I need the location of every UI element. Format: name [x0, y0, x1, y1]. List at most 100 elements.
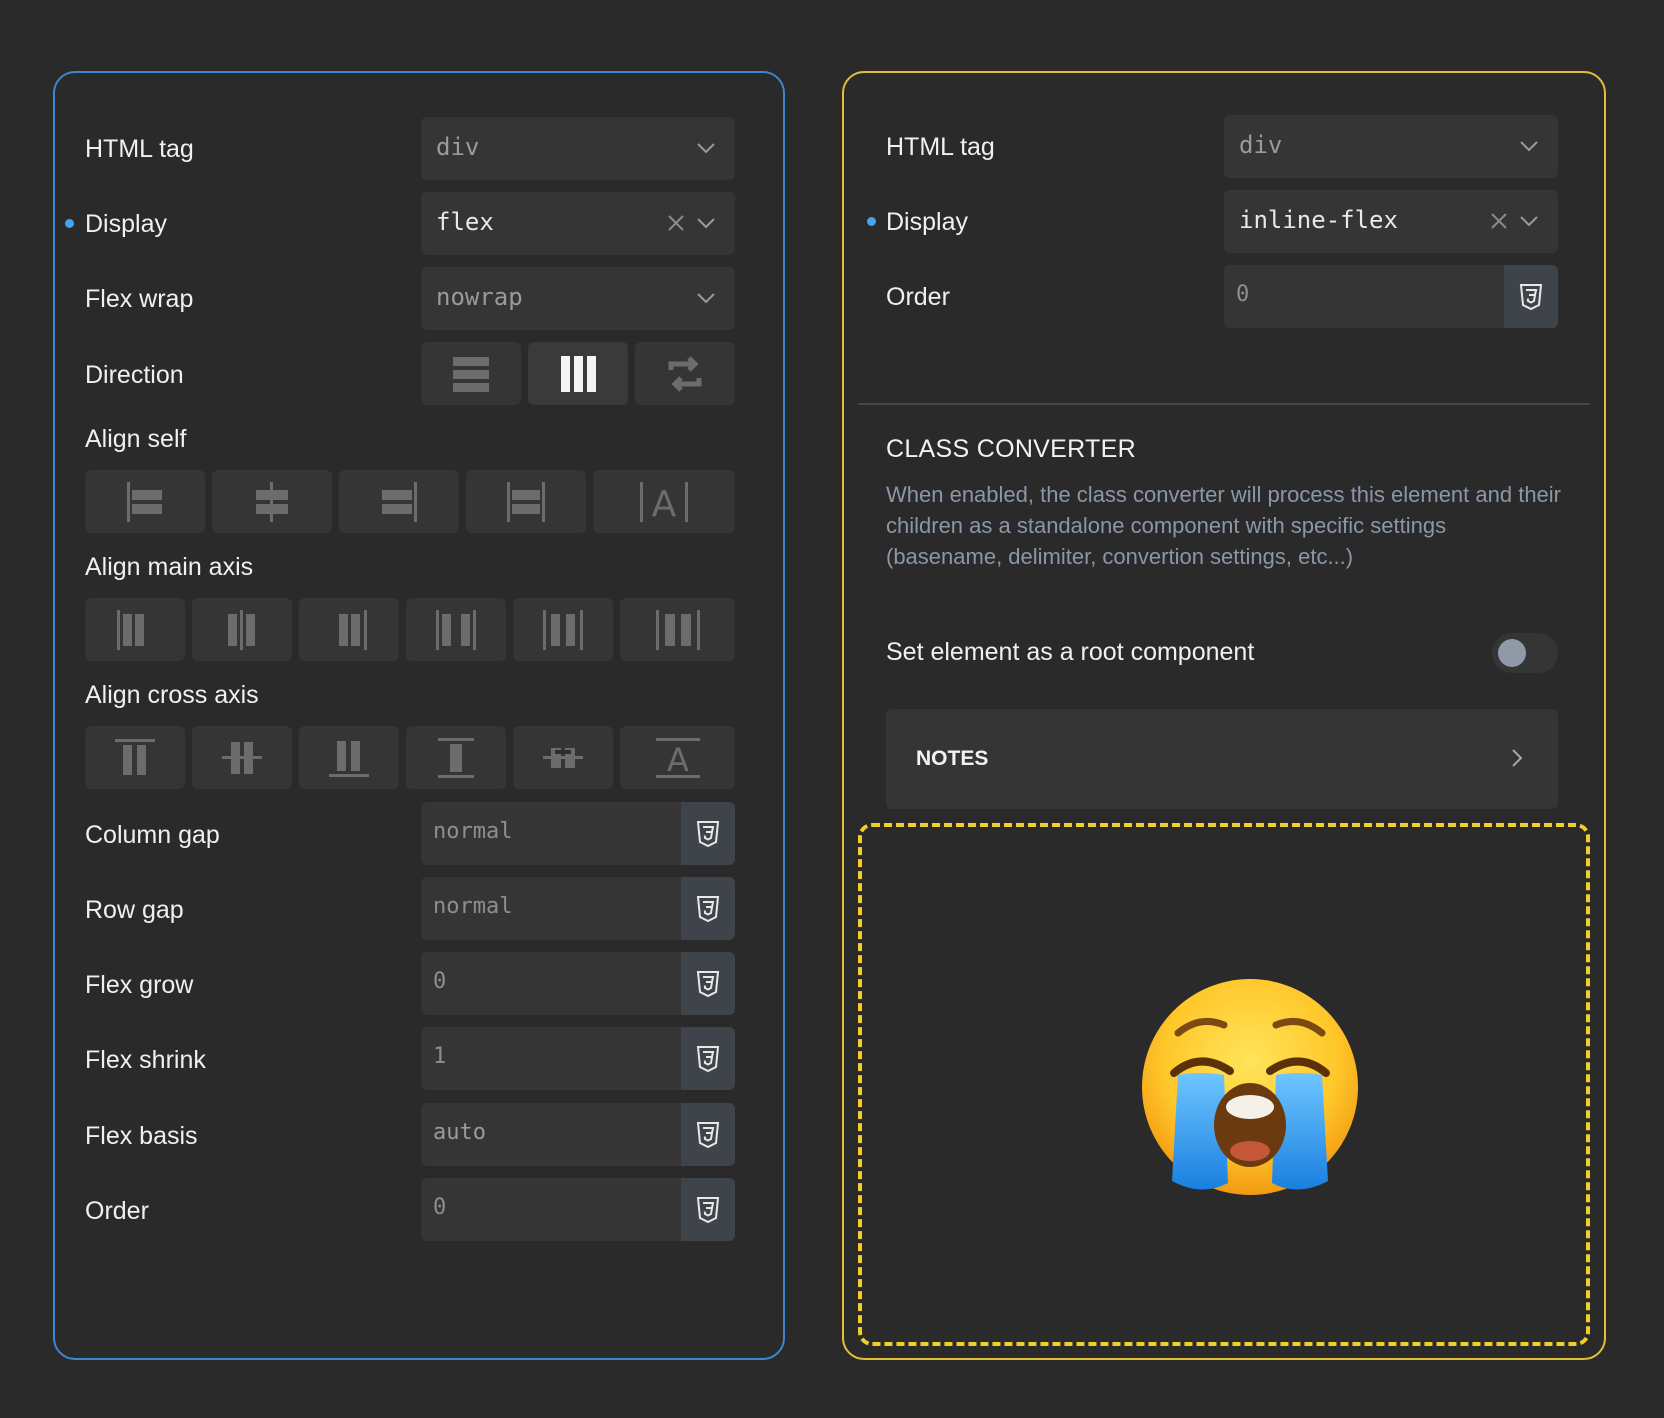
notes-section[interactable]: NOTES: [886, 709, 1558, 809]
flex-grow-label: Flex grow: [85, 971, 194, 999]
row-icon: [453, 356, 489, 392]
css-shield-icon[interactable]: [681, 1178, 735, 1241]
space-evenly-button[interactable]: [620, 598, 735, 661]
space-between-icon: [436, 609, 476, 650]
css-shield-icon[interactable]: [681, 1103, 735, 1166]
justify-center-icon: [228, 609, 255, 650]
html-tag-select[interactable]: div: [421, 117, 735, 180]
space-around-icon: [543, 609, 583, 650]
align-self-start-button[interactable]: [85, 470, 205, 533]
cross-stretch-icon: [438, 737, 474, 778]
row-gap-label: Row gap: [85, 896, 184, 924]
display-value: inline-flex: [1239, 206, 1398, 234]
svg-text:A: A: [652, 484, 677, 524]
order-label: Order: [85, 1197, 149, 1225]
modified-indicator-dot: [65, 219, 74, 228]
align-self-center-button[interactable]: [212, 470, 332, 533]
chevron-down-icon: [1520, 141, 1538, 152]
row-gap-field[interactable]: normal: [421, 877, 735, 940]
flex-grow-field[interactable]: 0: [421, 952, 735, 1015]
align-self-baseline-button[interactable]: A: [593, 470, 735, 533]
order-value: 0: [1236, 282, 1250, 307]
flex-wrap-value: nowrap: [436, 283, 523, 311]
element-settings-panel: HTML tag div Display inline-flex Order 0…: [842, 71, 1606, 1360]
space-around-button[interactable]: [513, 598, 613, 661]
cross-stretch-button[interactable]: [406, 726, 506, 789]
cross-center-alt-icon: [543, 747, 583, 768]
flex-basis-label: Flex basis: [85, 1122, 198, 1150]
align-end-icon: [382, 481, 417, 522]
reverse-icon: [668, 355, 702, 392]
cross-baseline-button[interactable]: A: [620, 726, 735, 789]
root-component-label: Set element as a root component: [886, 638, 1255, 666]
clear-icon[interactable]: [665, 212, 687, 234]
flex-shrink-value: 1: [433, 1044, 447, 1069]
column-gap-field[interactable]: normal: [421, 802, 735, 865]
column-gap-label: Column gap: [85, 821, 220, 849]
order-label: Order: [886, 283, 950, 311]
column-icon: [561, 355, 596, 392]
chevron-down-icon: [697, 293, 715, 304]
align-start-icon: [127, 481, 162, 522]
clear-icon[interactable]: [1488, 210, 1510, 232]
direction-row-button[interactable]: [421, 342, 521, 405]
cross-end-icon: [329, 740, 369, 777]
align-self-end-button[interactable]: [339, 470, 459, 533]
align-baseline-icon: A: [640, 481, 688, 524]
flex-shrink-field[interactable]: 1: [421, 1027, 735, 1090]
space-between-button[interactable]: [406, 598, 506, 661]
justify-start-icon: [117, 609, 144, 650]
flex-grow-value: 0: [433, 969, 447, 994]
chevron-down-icon: [697, 143, 715, 154]
class-converter-title: CLASS CONVERTER: [886, 435, 1136, 463]
display-value: flex: [436, 208, 494, 236]
section-divider: [858, 403, 1590, 405]
html-tag-value: div: [436, 133, 480, 161]
css-shield-icon[interactable]: [1504, 265, 1558, 328]
order-value: 0: [433, 1195, 447, 1220]
html-tag-select[interactable]: div: [1224, 115, 1558, 178]
svg-text:A: A: [667, 741, 689, 779]
row-gap-value: normal: [433, 894, 513, 919]
direction-column-button[interactable]: [528, 342, 628, 405]
cross-center-icon: [222, 741, 262, 774]
html-tag-label: HTML tag: [886, 133, 995, 161]
cross-start-button[interactable]: [85, 726, 185, 789]
notes-label: NOTES: [916, 747, 989, 770]
justify-end-button[interactable]: [299, 598, 399, 661]
html-tag-label: HTML tag: [85, 135, 194, 163]
cross-center-alt-button[interactable]: [513, 726, 613, 789]
display-select[interactable]: inline-flex: [1224, 190, 1558, 253]
align-self-stretch-button[interactable]: [466, 470, 586, 533]
display-label: Display: [886, 208, 968, 236]
flex-wrap-label: Flex wrap: [85, 285, 194, 313]
chevron-right-icon: [1512, 749, 1523, 767]
justify-start-button[interactable]: [85, 598, 185, 661]
toggle-knob: [1498, 639, 1526, 667]
css-shield-icon[interactable]: [681, 877, 735, 940]
display-select[interactable]: flex: [421, 192, 735, 255]
flex-wrap-select[interactable]: nowrap: [421, 267, 735, 330]
css-shield-icon[interactable]: [681, 952, 735, 1015]
loudly-crying-face-emoji-icon: [1142, 979, 1358, 1195]
css-shield-icon[interactable]: [681, 802, 735, 865]
align-stretch-icon: [507, 481, 545, 522]
css-shield-icon[interactable]: [681, 1027, 735, 1090]
flex-basis-field[interactable]: auto: [421, 1103, 735, 1166]
column-gap-value: normal: [433, 819, 513, 844]
align-self-label: Align self: [85, 425, 187, 453]
space-evenly-icon: [655, 609, 700, 650]
cross-center-button[interactable]: [192, 726, 292, 789]
direction-label: Direction: [85, 361, 184, 389]
drop-zone[interactable]: [858, 823, 1590, 1346]
modified-indicator-dot: [867, 217, 876, 226]
order-field[interactable]: 0: [421, 1178, 735, 1241]
align-main-axis-label: Align main axis: [85, 553, 254, 581]
direction-reverse-button[interactable]: [635, 342, 735, 405]
chevron-down-icon: [697, 218, 715, 229]
cross-baseline-icon: A: [655, 737, 700, 779]
justify-center-button[interactable]: [192, 598, 292, 661]
root-component-toggle[interactable]: [1492, 633, 1558, 673]
order-field[interactable]: 0: [1224, 265, 1558, 328]
cross-end-button[interactable]: [299, 726, 399, 789]
